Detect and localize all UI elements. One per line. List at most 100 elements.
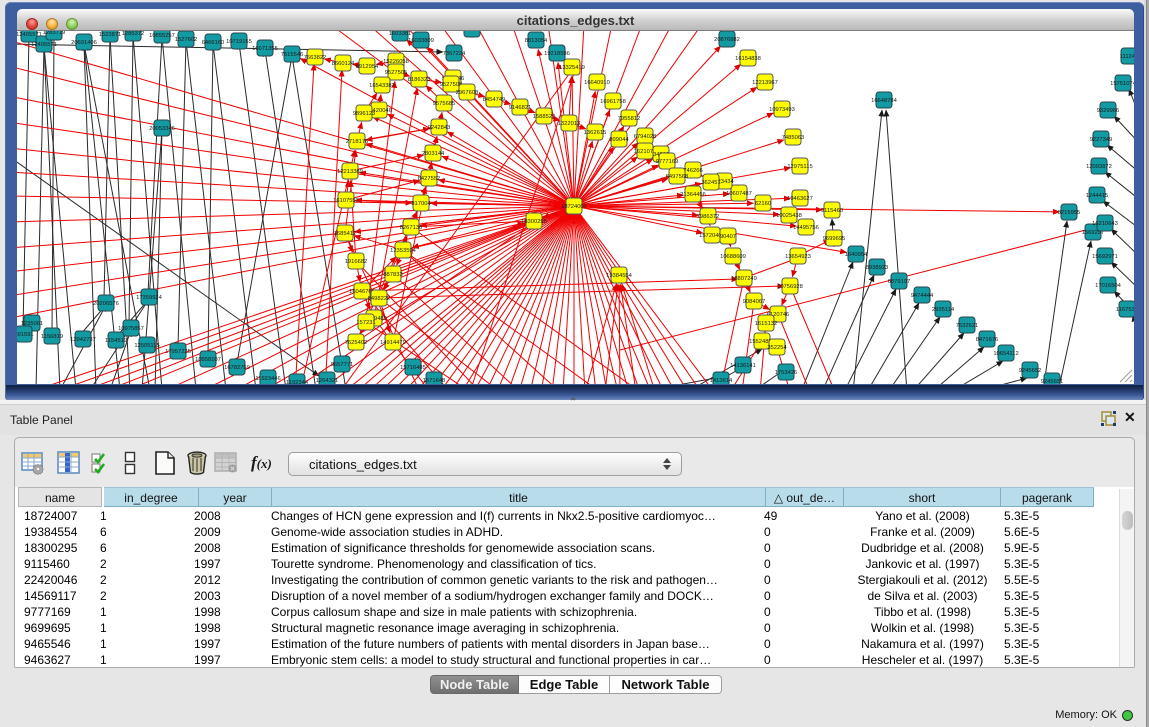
svg-text:15716485: 15716485 (400, 365, 426, 371)
svg-text:8660124: 8660124 (332, 61, 355, 67)
svg-text:12353594: 12353594 (390, 248, 417, 254)
svg-text:16961758: 16961758 (600, 99, 626, 105)
svg-text:1413614: 1413614 (710, 378, 733, 384)
svg-text:1362615: 1362615 (584, 130, 607, 136)
svg-text:2803144: 2803144 (422, 151, 445, 157)
svg-text:15692971: 15692971 (1092, 254, 1118, 260)
svg-text:9146821: 9146821 (509, 105, 532, 111)
svg-text:899044: 899044 (609, 137, 629, 143)
svg-text:12975115: 12975115 (787, 164, 812, 170)
svg-text:14495756: 14495756 (793, 225, 819, 231)
svg-text:8267130: 8267130 (400, 225, 423, 231)
svg-text:1640954: 1640954 (845, 252, 868, 258)
svg-text:2967608: 2967608 (456, 90, 479, 96)
svg-text:19384554: 19384554 (606, 273, 633, 279)
svg-text:7515546: 7515546 (281, 52, 304, 58)
svg-text:9227349: 9227349 (1090, 137, 1113, 143)
svg-text:1603381: 1603381 (389, 31, 412, 37)
svg-text:1156819: 1156819 (41, 334, 63, 340)
svg-text:6497568: 6497568 (666, 174, 689, 180)
svg-text:14136141: 14136141 (730, 363, 756, 369)
svg-text:391591: 391591 (17, 332, 34, 338)
svg-text:10973493: 10973493 (769, 107, 795, 113)
svg-text:160338: 160338 (462, 31, 481, 33)
svg-text:887833: 887833 (383, 272, 402, 278)
svg-text:12942737: 12942737 (70, 337, 96, 343)
svg-text:8454749: 8454749 (483, 97, 506, 103)
svg-text:1244415: 1244415 (1086, 193, 1109, 199)
svg-text:1264321: 1264321 (316, 378, 339, 384)
svg-text:9575685: 9575685 (433, 101, 456, 107)
svg-text:8498222: 8498222 (368, 296, 391, 302)
svg-text:1167533: 1167533 (1116, 307, 1134, 313)
svg-text:1283719: 1283719 (43, 31, 66, 36)
svg-text:15751074: 15751074 (1110, 81, 1134, 87)
svg-text:20206576: 20206576 (93, 301, 119, 307)
svg-text:9474444: 9474444 (911, 293, 934, 299)
svg-text:111243: 111243 (1120, 54, 1134, 60)
svg-text:19218586: 19218586 (544, 51, 570, 57)
svg-text:10756928: 10756928 (777, 284, 803, 290)
svg-text:12505115: 12505115 (134, 343, 159, 349)
svg-text:7632621: 7632621 (956, 323, 979, 329)
svg-text:13654923: 13654923 (785, 254, 811, 260)
svg-text:21364456: 21364456 (680, 192, 706, 198)
svg-text:9084067: 9084067 (743, 299, 766, 305)
svg-text:90407: 90407 (720, 234, 736, 240)
svg-text:17957225: 17957225 (165, 349, 191, 355)
svg-text:12213967: 12213967 (752, 80, 778, 86)
svg-text:352254: 352254 (767, 345, 787, 351)
svg-text:10958107: 10958107 (195, 357, 221, 363)
svg-text:9245652: 9245652 (1019, 368, 1042, 374)
svg-text:10688609: 10688609 (720, 254, 746, 260)
svg-text:8186323: 8186323 (408, 77, 431, 83)
svg-text:18724007: 18724007 (561, 204, 587, 210)
svg-text:157231: 157231 (356, 320, 375, 326)
svg-text:7625402: 7625402 (345, 340, 368, 346)
svg-text:18300295: 18300295 (521, 219, 547, 225)
svg-text:1154519: 1154519 (105, 338, 127, 344)
svg-text:1753426: 1753426 (775, 370, 798, 376)
svg-text:20053346: 20053346 (149, 126, 175, 132)
svg-text:12405571: 12405571 (31, 42, 57, 48)
svg-text:16033809: 16033809 (408, 38, 434, 44)
svg-text:1322013: 1322013 (558, 121, 581, 127)
svg-text:7357224: 7357224 (443, 51, 466, 57)
svg-text:16107553: 16107553 (333, 198, 359, 204)
svg-text:817004: 817004 (411, 201, 431, 207)
svg-text:17016504: 17016504 (1095, 283, 1122, 289)
svg-text:9699695: 9699695 (823, 236, 846, 242)
svg-text:20876882: 20876882 (714, 37, 740, 43)
svg-text:16782759: 16782759 (224, 365, 250, 371)
svg-text:7986372: 7986372 (697, 214, 720, 220)
svg-text:10607487: 10607487 (726, 191, 752, 197)
svg-text:9657771: 9657771 (331, 362, 354, 368)
svg-text:7663822: 7663822 (304, 55, 327, 61)
svg-text:9777169: 9777169 (656, 159, 679, 165)
svg-text:17359924: 17359924 (136, 295, 163, 301)
svg-text:10025438: 10025438 (776, 213, 802, 219)
svg-text:7955812: 7955812 (618, 116, 641, 122)
svg-text:8813054: 8813054 (525, 38, 548, 44)
svg-text:8471676: 8471676 (976, 337, 999, 343)
svg-text:9527505: 9527505 (385, 70, 408, 76)
svg-text:7485063: 7485063 (782, 135, 805, 141)
svg-text:9115460: 9115460 (821, 208, 843, 214)
svg-text:8912954: 8912954 (356, 64, 379, 70)
svg-text:1615132: 1615132 (755, 321, 778, 327)
svg-text:1916682: 1916682 (345, 259, 368, 265)
svg-text:9245651: 9245651 (1041, 379, 1064, 384)
svg-text:12213389: 12213389 (337, 169, 363, 175)
svg-text:16640910: 16640910 (584, 80, 610, 86)
svg-text:6879197: 6879197 (888, 279, 911, 285)
svg-text:1588520: 1588520 (533, 114, 556, 120)
svg-text:1571648: 1571648 (423, 378, 446, 384)
svg-text:1192344: 1192344 (286, 380, 309, 384)
svg-text:13325419: 13325419 (559, 65, 585, 71)
svg-text:16671355: 16671355 (252, 46, 278, 52)
svg-text:18807249: 18807249 (731, 276, 757, 282)
svg-text:9896123: 9896123 (353, 111, 376, 117)
svg-text:12093872: 12093872 (1086, 164, 1112, 170)
svg-text:16648784: 16648784 (871, 98, 898, 104)
svg-text:8215955: 8215955 (1058, 210, 1081, 216)
